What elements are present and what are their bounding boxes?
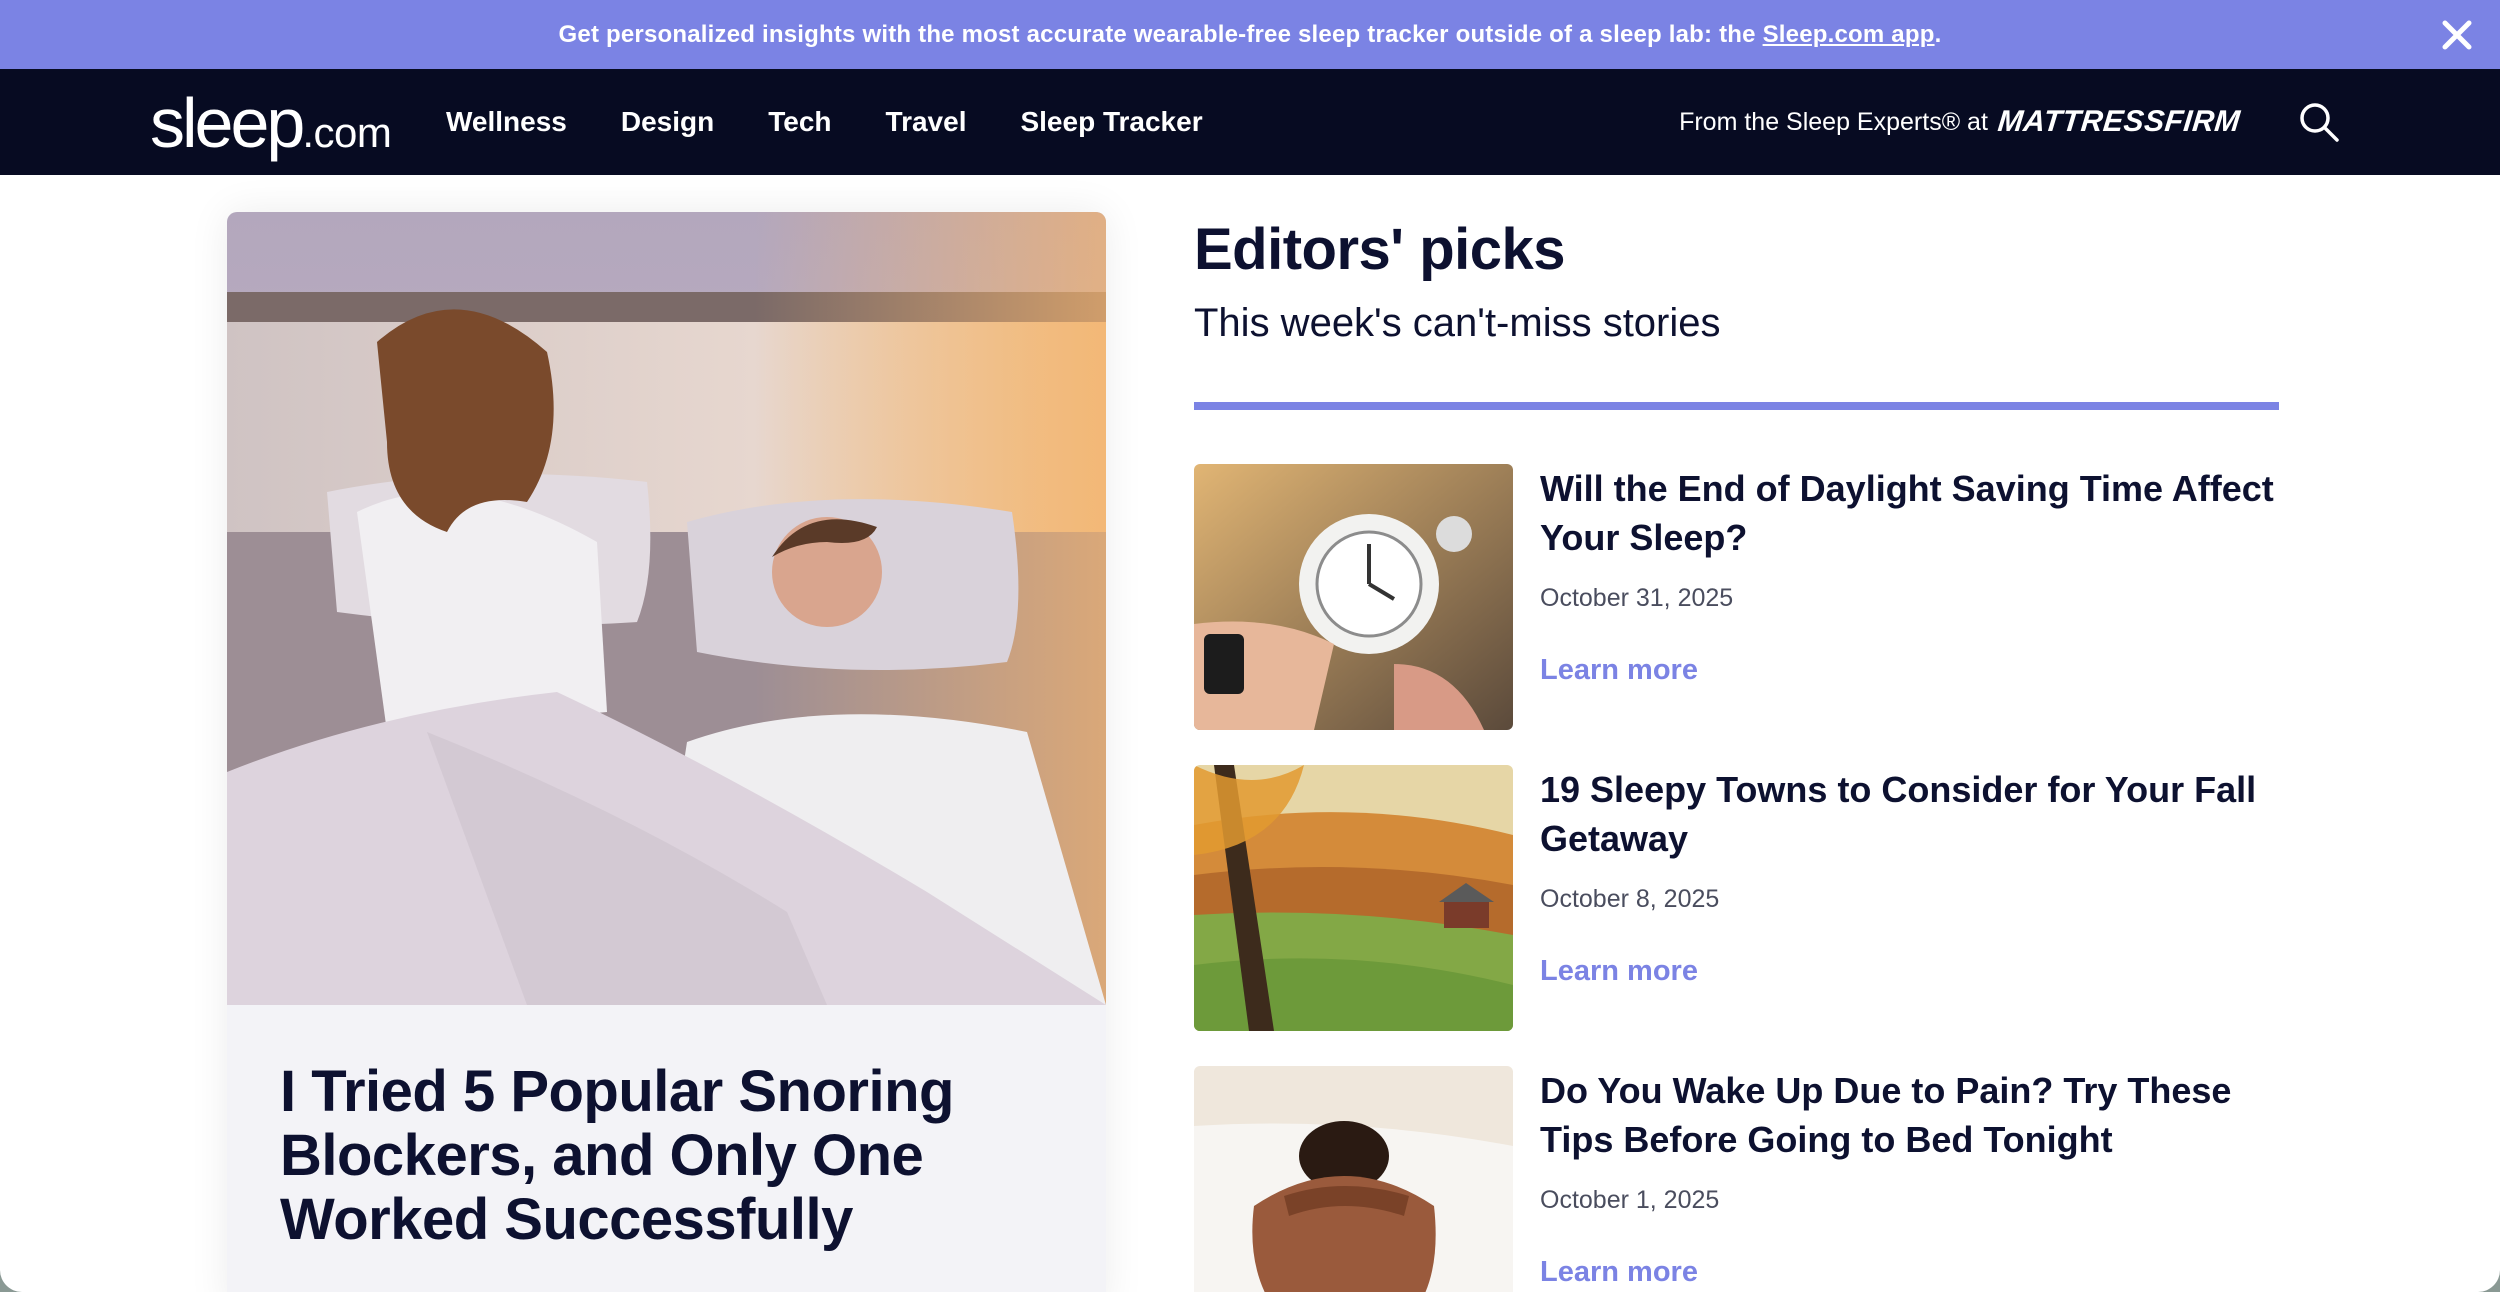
nav-links: Wellness Design Tech Travel Sleep Tracke… [446, 69, 1203, 175]
learn-more-link[interactable]: Learn more [1540, 955, 1698, 988]
nav-link-travel[interactable]: Travel [886, 106, 967, 138]
editors-pick-item[interactable]: Will the End of Daylight Saving Time Aff… [1194, 464, 2284, 732]
article-date: October 1, 2025 [1540, 1186, 1720, 1214]
article-thumbnail[interactable] [1194, 464, 1513, 730]
article-title[interactable]: 19 Sleepy Towns to Consider for Your Fal… [1540, 765, 2280, 863]
article-thumbnail[interactable] [1194, 765, 1513, 1031]
editors-pick-item[interactable]: 19 Sleepy Towns to Consider for Your Fal… [1194, 765, 2284, 1033]
featured-article-image[interactable] [227, 212, 1106, 1005]
featured-article-card[interactable]: I Tried 5 Popular Snoring Blockers, and … [227, 212, 1106, 1292]
learn-more-link[interactable]: Learn more [1540, 654, 1698, 687]
main-nav: sleep .com Wellness Design Tech Travel Sl… [0, 69, 2500, 175]
section-title: Editors' picks [1194, 217, 1566, 282]
section-divider [1194, 402, 2279, 410]
article-title[interactable]: Will the End of Daylight Saving Time Aff… [1540, 464, 2280, 562]
editors-picks-header: Editors' picks This week's can't-miss st… [1194, 216, 1721, 346]
promo-text: Get personalized insights with the most … [558, 20, 1942, 48]
mattress-firm-logo[interactable]: MATTRESSFIRM [1996, 105, 2242, 139]
nav-link-sleep-tracker[interactable]: Sleep Tracker [1020, 106, 1202, 138]
partner-text: From the Sleep Experts® at [1679, 107, 1988, 136]
nav-link-tech[interactable]: Tech [768, 106, 831, 138]
promo-banner: Get personalized insights with the most … [0, 0, 2500, 69]
search-icon[interactable] [2298, 101, 2340, 143]
learn-more-link[interactable]: Learn more [1540, 1256, 1698, 1289]
nav-link-wellness[interactable]: Wellness [446, 106, 567, 138]
article-date: October 31, 2025 [1540, 584, 1734, 612]
article-title[interactable]: Do You Wake Up Due to Pain? Try These Ti… [1540, 1066, 2280, 1164]
article-date: October 8, 2025 [1540, 885, 1720, 913]
promo-app-link[interactable]: Sleep.com app [1763, 21, 1935, 48]
section-subtitle: This week's can't-miss stories [1194, 301, 1721, 345]
featured-article-title[interactable]: I Tried 5 Popular Snoring Blockers, and … [280, 1060, 1060, 1252]
nav-link-design[interactable]: Design [621, 106, 714, 138]
article-thumbnail[interactable] [1194, 1066, 1513, 1292]
close-icon[interactable] [2438, 16, 2476, 54]
editors-pick-item[interactable]: Do You Wake Up Due to Pain? Try These Ti… [1194, 1066, 2284, 1292]
page: Get personalized insights with the most … [0, 0, 2500, 1292]
partner-credit: From the Sleep Experts® at MATTRESSFIRM [1679, 69, 2242, 175]
site-logo[interactable]: sleep .com [150, 83, 392, 163]
